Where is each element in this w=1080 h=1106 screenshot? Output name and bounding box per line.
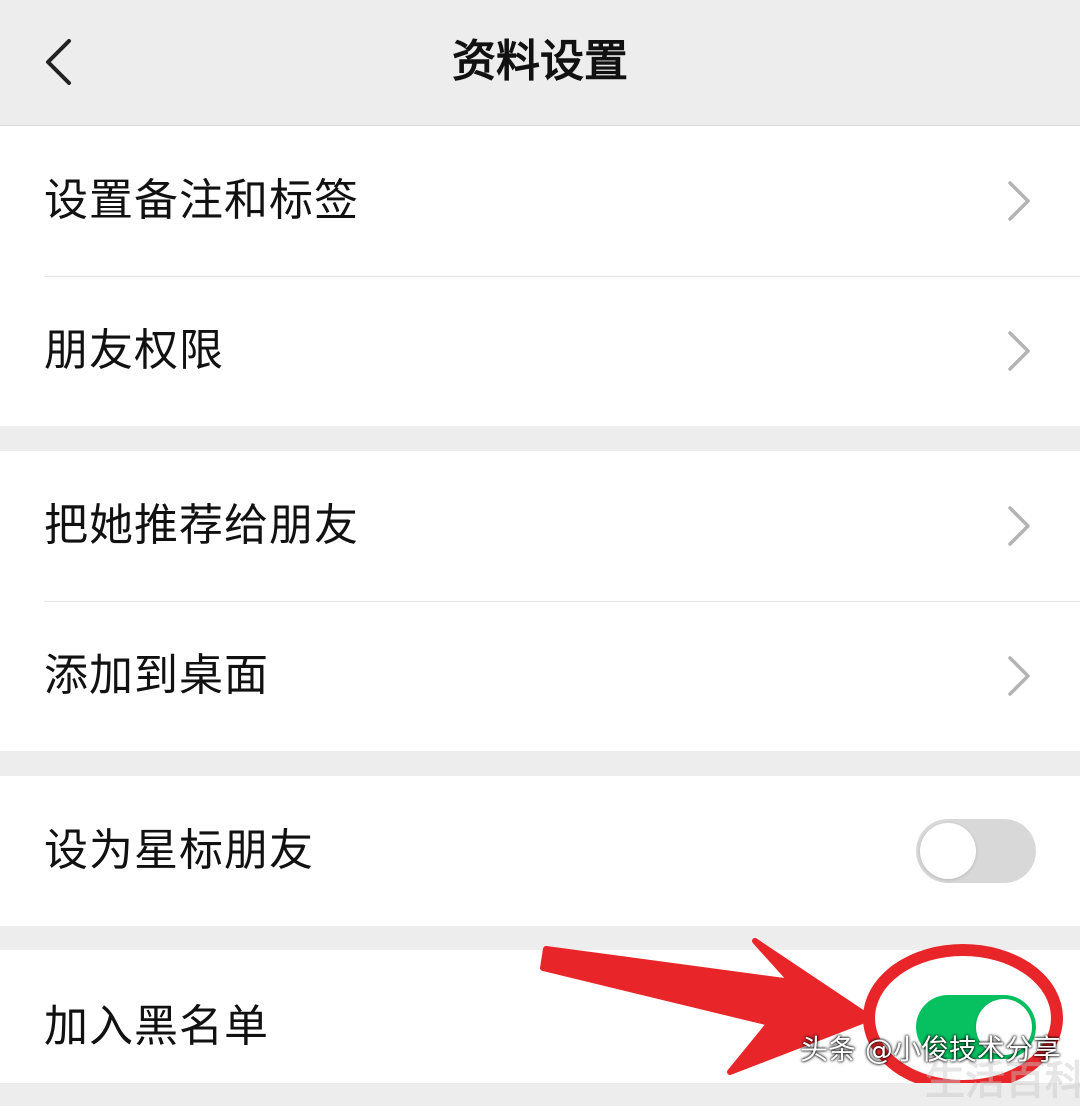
page-title: 资料设置 — [452, 36, 628, 87]
settings-row-friend-permissions[interactable]: 朋友权限 — [0, 276, 1080, 426]
navigation-bar: 资料设置 — [0, 0, 1080, 126]
row-label: 添加到桌面 — [44, 650, 269, 701]
row-label: 加入黑名单 — [44, 1001, 269, 1052]
chevron-right-icon — [1008, 331, 1030, 371]
toggle-knob — [920, 823, 976, 879]
row-label: 朋友权限 — [44, 325, 224, 376]
settings-row-star-friend: 设为星标朋友 — [0, 776, 1080, 926]
settings-group-star: 设为星标朋友 — [0, 776, 1080, 926]
chevron-right-icon — [1008, 506, 1030, 546]
settings-row-remarks-tags[interactable]: 设置备注和标签 — [0, 126, 1080, 276]
chevron-right-icon — [1008, 656, 1030, 696]
row-label: 设为星标朋友 — [44, 825, 314, 876]
star-friend-toggle[interactable] — [916, 819, 1036, 883]
settings-group-share: 把她推荐给朋友 添加到桌面 — [0, 451, 1080, 751]
settings-row-add-to-desktop[interactable]: 添加到桌面 — [0, 601, 1080, 751]
watermark: 头条 @小俊技术分享 — [800, 1033, 1061, 1066]
row-label: 设置备注和标签 — [44, 175, 359, 226]
settings-group-remarks: 设置备注和标签 朋友权限 — [0, 126, 1080, 426]
chevron-right-icon — [1008, 181, 1030, 221]
settings-row-recommend-to-friends[interactable]: 把她推荐给朋友 — [0, 451, 1080, 601]
row-label: 把她推荐给朋友 — [44, 500, 359, 551]
